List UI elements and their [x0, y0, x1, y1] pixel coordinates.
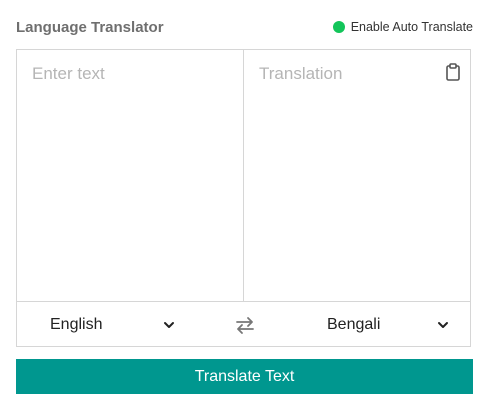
translate-button[interactable]: Translate Text: [16, 359, 473, 394]
header: Language Translator Enable Auto Translat…: [16, 16, 473, 38]
chevron-down-icon: [164, 321, 174, 328]
from-language-label: English: [50, 315, 103, 333]
from-language-select[interactable]: English: [50, 302, 175, 347]
status-dot-icon: [332, 21, 345, 33]
translation-output[interactable]: [244, 50, 470, 301]
translator-panel: English Bengali: [16, 49, 471, 347]
auto-translate-label: Enable Auto Translate: [350, 20, 473, 34]
app-title: Language Translator: [16, 18, 164, 36]
language-controls: English Bengali: [17, 302, 470, 347]
auto-translate-toggle[interactable]: Enable Auto Translate: [332, 20, 473, 34]
chevron-down-icon: [438, 321, 448, 328]
clipboard-icon[interactable]: [445, 63, 461, 81]
source-text-input[interactable]: [17, 50, 243, 301]
to-language-label: Bengali: [327, 315, 381, 333]
to-language-select[interactable]: Bengali: [327, 302, 449, 347]
swap-arrows-icon[interactable]: [234, 314, 256, 336]
